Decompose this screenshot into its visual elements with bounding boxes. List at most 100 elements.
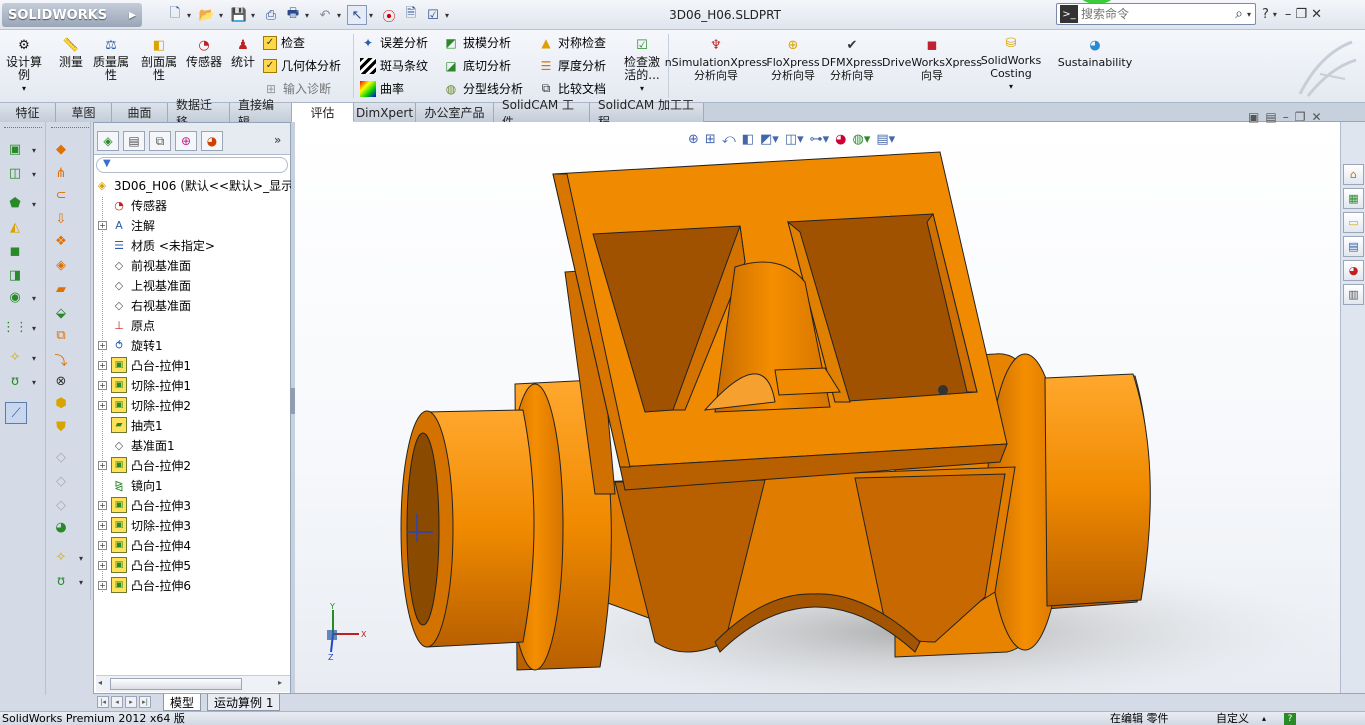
simulationxpress-button[interactable]: ♆ nSimulationXpress 分析向导: [665, 36, 768, 83]
tree-root[interactable]: ◈ 3D06_H06 (默认<<默认>_显示: [94, 175, 293, 195]
tree-item[interactable]: ◇ 前视基准面: [98, 255, 191, 275]
check-button[interactable]: ✓ 检查: [263, 34, 305, 51]
print-icon[interactable]: ⎙: [261, 5, 281, 25]
chevron-down-icon[interactable]: ▾: [187, 11, 195, 20]
tab-sketch[interactable]: 草图: [56, 103, 112, 122]
symmetry-check-button[interactable]: ▲ 对称检查: [538, 34, 606, 51]
property-manager-tab-icon[interactable]: ▤: [123, 131, 145, 151]
appearances-icon[interactable]: ◕: [1343, 260, 1364, 281]
units-custom[interactable]: 自定义: [1216, 712, 1249, 725]
chamfer-icon[interactable]: ❖: [52, 232, 70, 250]
tree-item[interactable]: ◇ 右视基准面: [98, 295, 191, 315]
open-folder-icon[interactable]: 📂: [197, 5, 217, 25]
thickness-analysis-button[interactable]: ☰ 厚度分析: [538, 57, 606, 74]
measure-button[interactable]: 📏 测量: [56, 36, 86, 69]
display-manager-tab-icon[interactable]: ◕: [201, 131, 223, 151]
chevron-down-icon[interactable]: ▾: [251, 11, 259, 20]
revolve-boss-icon[interactable]: ◫: [6, 164, 24, 182]
curves-icon[interactable]: ʊ: [6, 372, 24, 390]
reference-geometry-icon[interactable]: ✧: [6, 348, 24, 366]
expand-plus-icon[interactable]: +: [98, 340, 107, 350]
tab-solidcam-machining[interactable]: SolidCAM 加工工程: [590, 98, 704, 129]
boss-extrude-icon[interactable]: ▣: [6, 140, 24, 158]
chevron-down-icon[interactable]: ▾: [32, 200, 36, 209]
restore-doc-icon[interactable]: ❐: [1295, 110, 1306, 126]
dimxpert-tab-icon[interactable]: ⊕: [175, 131, 197, 151]
toolbar-grip[interactable]: [51, 127, 89, 130]
sustainability-button[interactable]: ◕ Sustainability: [1058, 36, 1132, 70]
tab-surfaces[interactable]: 曲面: [112, 103, 168, 122]
minimize-icon[interactable]: –: [1285, 7, 1292, 22]
tree-filter-icon[interactable]: ▼: [96, 157, 288, 173]
move-face-icon[interactable]: ⬢: [52, 394, 70, 412]
cut-extrude-icon[interactable]: ◨: [6, 266, 24, 284]
expand-plus-icon[interactable]: +: [98, 360, 107, 370]
tree-item[interactable]: ☰ 材质 <未指定>: [98, 235, 215, 255]
tree-item[interactable]: ◇ 上视基准面: [98, 275, 191, 295]
last-tab-icon[interactable]: ▸|: [139, 696, 151, 708]
reference-plane-icon[interactable]: ✧: [52, 548, 70, 566]
tree-item[interactable]: + ▣ 切除-拉伸3: [98, 515, 191, 535]
design-library-icon[interactable]: ▦: [1343, 188, 1364, 209]
chevron-down-icon[interactable]: ▾: [22, 82, 26, 95]
expand-plus-icon[interactable]: +: [98, 400, 107, 410]
solidworks-menu-button[interactable]: SOLIDWORKS ▸: [2, 3, 142, 27]
sensor-button[interactable]: ◔ 传感器: [184, 36, 224, 69]
zebra-stripes-button[interactable]: 斑马条纹: [360, 57, 428, 74]
hole-wizard-icon[interactable]: ◉: [6, 288, 24, 306]
tab-evaluate[interactable]: 评估: [292, 103, 354, 122]
draft-analysis-button[interactable]: ◩ 拔模分析: [443, 34, 511, 51]
helix-icon[interactable]: ʊ: [52, 572, 70, 590]
toolbar-grip[interactable]: [4, 127, 42, 130]
chevron-down-icon[interactable]: ▾: [32, 324, 36, 333]
expand-plus-icon[interactable]: +: [98, 540, 107, 550]
chevron-down-icon[interactable]: ▾: [305, 11, 313, 20]
next-tab-icon[interactable]: ▸: [125, 696, 137, 708]
file-properties-icon[interactable]: 🗎: [401, 5, 421, 25]
shell-feature-icon[interactable]: ▰: [52, 280, 70, 298]
chevron-down-icon[interactable]: ▾: [445, 11, 453, 20]
tree-item[interactable]: + ▣ 凸台-拉伸1: [98, 355, 191, 375]
tree-item[interactable]: + ▣ 切除-拉伸1: [98, 375, 191, 395]
save-icon[interactable]: 💾: [229, 5, 249, 25]
chevron-down-icon[interactable]: ▾: [337, 11, 345, 20]
chevron-up-icon[interactable]: ▴: [1262, 712, 1266, 725]
part-model-3d[interactable]: [295, 122, 1340, 695]
minimize-doc-icon[interactable]: –: [1283, 110, 1289, 126]
freeform-icon[interactable]: ◕: [52, 518, 70, 536]
dome-icon[interactable]: ◈: [52, 256, 70, 274]
design-study-button[interactable]: ⚙ 设计算例 ▾: [6, 36, 42, 95]
expand-plus-icon[interactable]: +: [98, 220, 107, 230]
chevron-down-icon[interactable]: ▾: [32, 146, 36, 155]
graphics-viewport[interactable]: ⊕ ⊞ ⤺ ◧ ◩▾ ◫▾ ⊶▾ ◕ ◍▾ ▤▾ Y X Z: [295, 122, 1340, 695]
combine-icon[interactable]: ⧉: [52, 326, 70, 344]
chevron-down-icon[interactable]: ▾: [1247, 10, 1255, 19]
section-properties-button[interactable]: ◧ 剖面属性: [138, 36, 180, 82]
scroll-left-icon[interactable]: ◂: [98, 678, 102, 687]
draft-feature-icon[interactable]: ⇩: [52, 210, 70, 228]
tree-item[interactable]: + A 注解: [98, 215, 155, 235]
tab-data-migration[interactable]: 数据迁移: [168, 98, 230, 129]
tile-icon[interactable]: ▣: [1248, 110, 1259, 126]
chevron-down-icon[interactable]: ▾: [1009, 80, 1013, 93]
tree-item[interactable]: + ▣ 凸台-拉伸2: [98, 455, 191, 475]
import-diagnostics-button[interactable]: ⊞ 输入诊断: [263, 80, 331, 97]
first-tab-icon[interactable]: |◂: [97, 696, 109, 708]
help-status-icon[interactable]: ?: [1284, 713, 1296, 725]
tile-alt-icon[interactable]: ▤: [1265, 110, 1276, 126]
tab-direct-edit[interactable]: 直接编辑: [230, 98, 292, 129]
curvature-button[interactable]: 曲率: [360, 80, 404, 97]
wrap-icon[interactable]: ⊂: [52, 186, 70, 204]
chevron-down-icon[interactable]: ▾: [79, 554, 83, 563]
select-arrow-icon[interactable]: ↖: [347, 5, 367, 25]
chevron-down-icon[interactable]: ▾: [79, 578, 83, 587]
swept-boss-icon[interactable]: ⬟: [6, 194, 24, 212]
tab-office-products[interactable]: 办公室产品: [416, 103, 494, 122]
flex-icon[interactable]: ⤵: [52, 350, 70, 369]
intersect-icon[interactable]: ⬙: [52, 304, 70, 322]
costing-button[interactable]: ⛁ SolidWorks Costing ▾: [981, 34, 1041, 93]
search-box[interactable]: >_ ⌕ ▾: [1056, 3, 1256, 25]
expand-plus-icon[interactable]: +: [98, 520, 107, 530]
check-active-doc-button[interactable]: ☑ 检查激活的... ▾: [620, 36, 664, 95]
tree-item[interactable]: + ▣ 切除-拉伸2: [98, 395, 191, 415]
